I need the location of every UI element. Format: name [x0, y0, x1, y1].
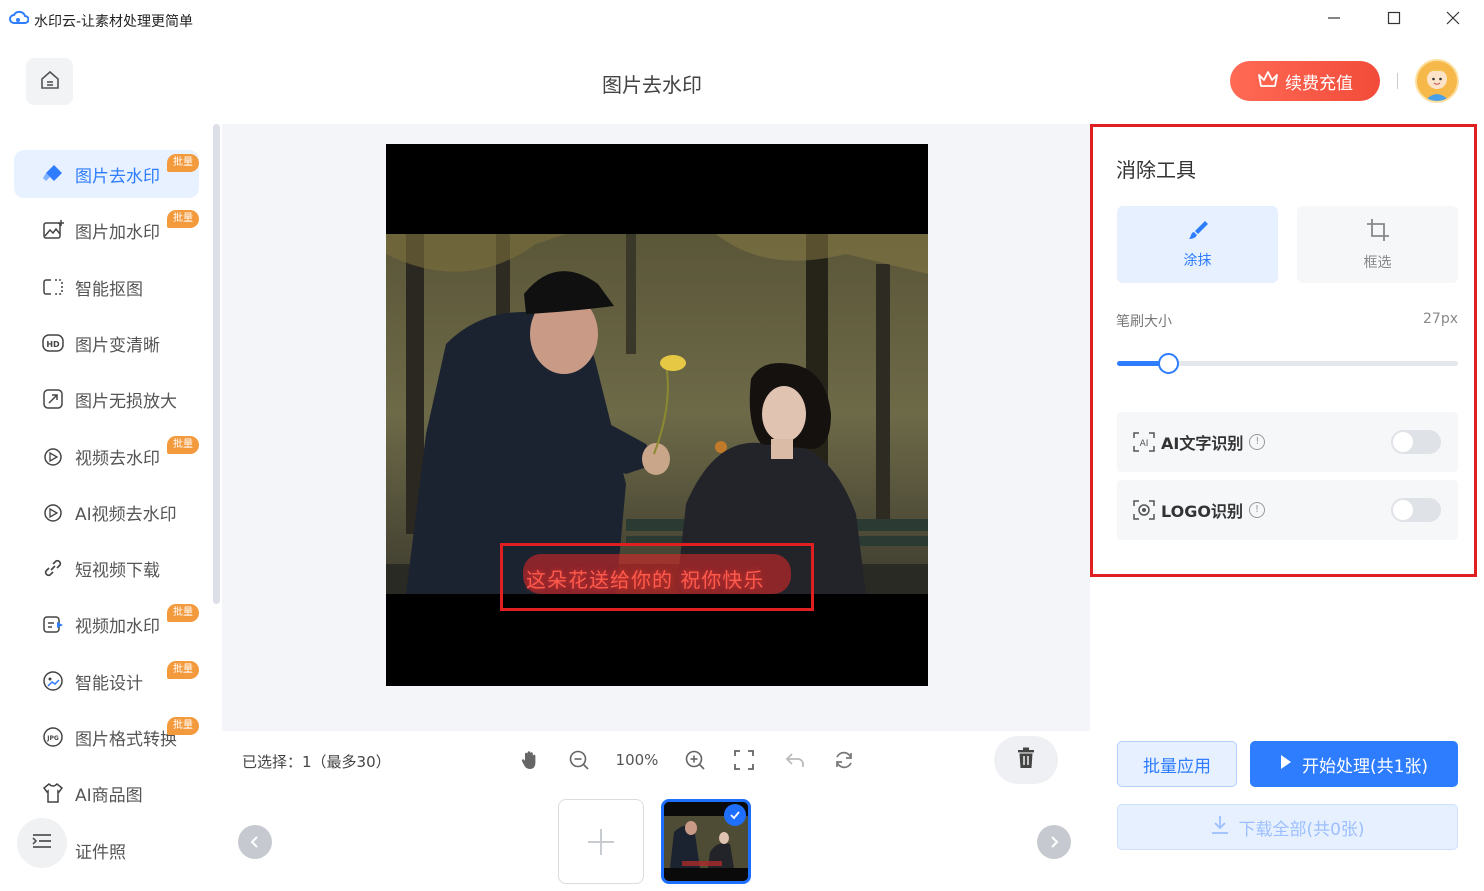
- shirt-icon: [42, 782, 64, 804]
- sidebar-item[interactable]: AI视频去水印: [14, 488, 199, 536]
- sidebar-item-label: 智能设计: [75, 673, 143, 694]
- svg-text:JPG: JPG: [46, 735, 59, 742]
- sidebar-item-label: AI商品图: [75, 785, 143, 806]
- selection-info: 已选择：1（最多30）: [242, 753, 391, 771]
- sidebar-item[interactable]: 视频去水印 批量: [14, 432, 199, 480]
- hand-icon[interactable]: [518, 748, 542, 772]
- play-icon: [1280, 754, 1292, 775]
- svg-text:HD: HD: [46, 340, 60, 349]
- cloud-logo-icon: [9, 10, 30, 26]
- design-icon: [42, 670, 64, 692]
- download-all-label: 下载全部(共0张): [1238, 819, 1365, 840]
- eraser-icon: [42, 163, 64, 185]
- sidebar-item[interactable]: 图片加水印 批量: [14, 206, 199, 254]
- recharge-button[interactable]: 续费充值: [1230, 61, 1380, 101]
- next-arrow-button[interactable]: [1037, 825, 1071, 859]
- sidebar-item-label: 证件照: [75, 842, 126, 863]
- sidebar-item[interactable]: 视频加水印 批量: [14, 600, 199, 648]
- prev-arrow-button[interactable]: [238, 825, 272, 859]
- add-image-button[interactable]: [558, 799, 644, 884]
- header-divider: [1397, 73, 1398, 89]
- start-processing-button[interactable]: 开始处理(共1张): [1250, 741, 1458, 787]
- sidebar-item-label: 图片加水印: [75, 222, 160, 243]
- sidebar-item-label: AI视频去水印: [75, 504, 177, 525]
- batch-badge: 批量: [167, 154, 199, 172]
- undo-icon[interactable]: [783, 748, 807, 772]
- reset-icon[interactable]: [832, 748, 856, 772]
- sidebar-item-label: 图片格式转换: [75, 729, 177, 750]
- sidebar-item[interactable]: 图片无损放大: [14, 375, 199, 423]
- batch-badge: 批量: [167, 210, 199, 228]
- maximize-icon[interactable]: [1384, 10, 1404, 30]
- menu-collapse-button[interactable]: [17, 818, 67, 868]
- zoom-out-icon[interactable]: [567, 748, 591, 772]
- hd-icon: HD: [42, 332, 64, 354]
- download-icon: [1210, 815, 1230, 840]
- sidebar-item[interactable]: AI商品图: [14, 769, 199, 817]
- batch-badge: 批量: [167, 604, 199, 622]
- zoom-in-icon[interactable]: [683, 748, 707, 772]
- crown-icon: [1257, 69, 1279, 94]
- sidebar-item-label: 图片去水印: [75, 166, 160, 187]
- image-add-icon: [42, 219, 64, 241]
- sidebar-item[interactable]: 智能抠图: [14, 263, 199, 311]
- ai-video-icon: [42, 501, 64, 523]
- check-icon: [724, 804, 746, 826]
- chevron-left-icon: [250, 836, 258, 848]
- sidebar-item[interactable]: 智能设计 批量: [14, 657, 199, 705]
- batch-badge: 批量: [167, 661, 199, 679]
- avatar[interactable]: [1415, 59, 1459, 103]
- sidebar-item-label: 短视频下载: [75, 560, 160, 581]
- batch-apply-button[interactable]: 批量应用: [1117, 741, 1237, 787]
- start-processing-label: 开始处理(共1张): [1301, 756, 1429, 777]
- trash-icon: [1016, 747, 1036, 773]
- sidebar-scrollbar[interactable]: [213, 124, 220, 604]
- fit-screen-icon[interactable]: [732, 748, 756, 772]
- enlarge-icon: [42, 388, 64, 410]
- sidebar-item-label: 图片无损放大: [75, 391, 177, 412]
- close-icon[interactable]: [1443, 10, 1463, 30]
- minimize-icon[interactable]: [1324, 10, 1344, 30]
- sidebar-item-label: 图片变清晰: [75, 335, 160, 356]
- cutout-icon: [42, 276, 64, 298]
- jpg-icon: JPG: [42, 726, 64, 748]
- batch-badge: 批量: [167, 717, 199, 735]
- sidebar-item-label: 视频加水印: [75, 616, 160, 637]
- plus-icon: [588, 828, 614, 855]
- panel-highlight-box: [1090, 124, 1477, 577]
- menu-collapse-icon: [31, 832, 53, 854]
- video-add-icon: [42, 613, 64, 635]
- sidebar-item[interactable]: 短视频下载: [14, 544, 199, 592]
- app-title: 水印云-让素材处理更简单: [34, 14, 194, 30]
- title-bar: [0, 0, 1484, 40]
- link-icon: [42, 557, 64, 579]
- sidebar-item-label: 智能抠图: [75, 279, 143, 300]
- zoom-level: 100%: [615, 751, 659, 769]
- sidebar-item[interactable]: 图片去水印 批量: [14, 150, 199, 198]
- download-all-button[interactable]: 下载全部(共0张): [1117, 804, 1458, 850]
- recharge-label: 续费充值: [1285, 73, 1353, 94]
- sidebar-item-label: 视频去水印: [75, 448, 160, 469]
- delete-button[interactable]: [994, 736, 1058, 784]
- batch-badge: 批量: [167, 436, 199, 454]
- video-eraser-icon: [42, 445, 64, 467]
- chevron-right-icon: [1051, 836, 1059, 848]
- page-title: 图片去水印: [602, 73, 702, 97]
- sidebar-item[interactable]: JPG 图片格式转换 批量: [14, 713, 199, 761]
- sidebar-item[interactable]: HD 图片变清晰: [14, 319, 199, 367]
- subtitle-highlight-box: [500, 543, 814, 611]
- photo-scene: [386, 234, 928, 594]
